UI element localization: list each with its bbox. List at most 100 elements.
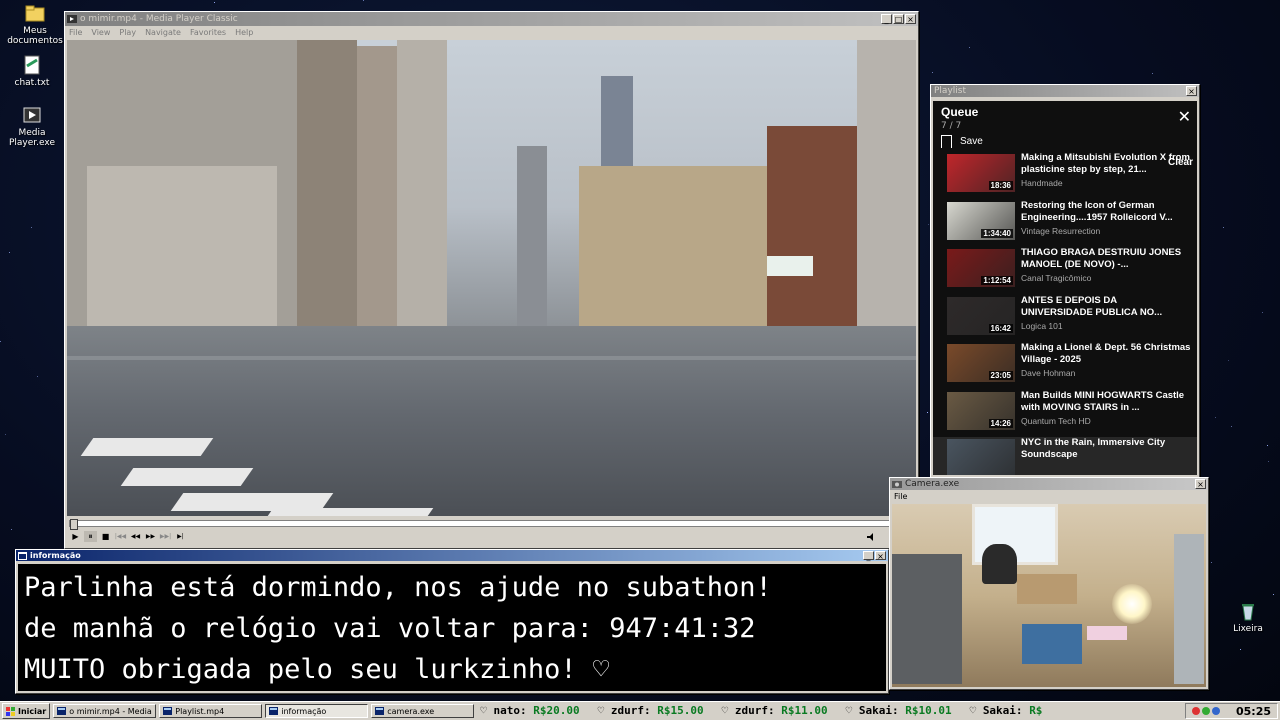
- menu-favorites[interactable]: Favorites: [190, 28, 226, 37]
- star: [1222, 227, 1224, 229]
- taskbar-button[interactable]: Playlist.mp4: [159, 704, 263, 718]
- video-thumbnail[interactable]: 1:34:40: [947, 201, 1015, 240]
- building-tall-left: [297, 40, 357, 336]
- rewind-button[interactable]: ◀◀: [129, 531, 142, 542]
- video-thumbnail[interactable]: 18:36: [947, 154, 1015, 192]
- video-frame[interactable]: [67, 40, 916, 516]
- video-thumbnail[interactable]: 1:12:54: [947, 249, 1015, 287]
- info-titlebar[interactable]: informação _ ×: [16, 550, 888, 561]
- side-table: [1017, 574, 1077, 604]
- minimize-button[interactable]: _: [863, 551, 874, 561]
- task-buttons: o mimir.mp4 - Media Playe... Playlist.mp4…: [50, 704, 475, 718]
- video-thumbnail[interactable]: 14:26: [947, 391, 1015, 430]
- star: [1230, 426, 1232, 428]
- sidewalk-line: [67, 356, 916, 360]
- crosswalk-stripe: [80, 438, 214, 456]
- taskbar-button[interactable]: informação: [265, 704, 369, 718]
- desktop-icon-media-player[interactable]: Media Player.exe: [0, 104, 67, 148]
- video-thumbnail[interactable]: [947, 439, 1015, 475]
- building-center: [579, 166, 769, 336]
- video-thumbnail[interactable]: 16:42: [947, 296, 1015, 335]
- desktop-icon-label: chat.txt: [14, 78, 50, 88]
- taskbar-button[interactable]: camera.exe: [371, 704, 475, 718]
- fast-forward-button[interactable]: ▶▶: [144, 531, 157, 542]
- media-player-titlebar[interactable]: o mimir.mp4 - Media Player Classic _ □ ×: [65, 12, 918, 26]
- queue-header: Queue 7 / 7: [933, 101, 1197, 131]
- star: [1267, 461, 1269, 463]
- maximize-button[interactable]: □: [893, 14, 904, 24]
- queue-item-title: ANTES E DEPOIS DA UNIVERSIDADE PUBLICA N…: [1021, 294, 1163, 318]
- star: [363, 0, 365, 2]
- star: [8, 251, 10, 253]
- stop-button[interactable]: ■: [99, 531, 112, 542]
- ticker-amount: R$: [1029, 704, 1043, 717]
- window-title: Camera.exe: [905, 479, 960, 489]
- queue-item[interactable]: 18:36 Making a Mitsubishi Evolution X fro…: [933, 152, 1197, 200]
- camera-titlebar[interactable]: Camera.exe ×: [890, 478, 1208, 490]
- building-distant: [517, 146, 547, 336]
- skip-forward-button[interactable]: ▶▶|: [159, 531, 172, 542]
- tray-icon[interactable]: [1201, 707, 1210, 715]
- duration-badge: 1:34:40: [981, 228, 1013, 238]
- queue-item-channel: Quantum Tech HD: [1021, 415, 1091, 426]
- seek-thumb[interactable]: [70, 519, 78, 530]
- video-thumbnail[interactable]: 23:05: [947, 344, 1015, 382]
- close-button[interactable]: ×: [1195, 479, 1206, 489]
- ticker-name: Sakai:: [858, 704, 899, 717]
- play-button[interactable]: ▶: [69, 531, 82, 542]
- menu-play[interactable]: Play: [119, 28, 136, 37]
- pause-button[interactable]: ⏸: [84, 531, 97, 542]
- skip-back-button[interactable]: |◀◀: [114, 531, 127, 542]
- queue-close-icon[interactable]: ✕: [1178, 107, 1191, 126]
- minimize-button[interactable]: _: [881, 14, 892, 24]
- close-button[interactable]: ×: [875, 551, 886, 561]
- info-line: de manhã o relógio vai voltar para: 947:…: [24, 613, 756, 644]
- save-button[interactable]: Save: [933, 131, 1197, 152]
- queue-item[interactable]: 23:05 Making a Lionel & Dept. 56 Christma…: [933, 342, 1197, 390]
- ticker-amount: R$15.00: [657, 704, 704, 717]
- playlist-titlebar[interactable]: Playlist ×: [931, 85, 1199, 97]
- star: [30, 226, 32, 228]
- queue-item[interactable]: 1:12:54 THIAGO BRAGA DESTRUIU JONES MANOE…: [933, 247, 1197, 295]
- system-tray: 05:25: [1184, 703, 1278, 719]
- crosswalk-stripe: [120, 468, 254, 486]
- start-button[interactable]: Iniciar: [2, 703, 51, 719]
- seek-bar[interactable]: [69, 519, 911, 530]
- info-message: Parlinha está dormindo, nos ajude no sub…: [18, 564, 886, 691]
- queue-item-title: Man Builds MINI HOGWARTS Castle with MOV…: [1021, 389, 1185, 413]
- ticker-name: zdurf:: [610, 704, 651, 717]
- taskbar-button-label: informação: [281, 706, 327, 716]
- tray-icon[interactable]: [1211, 707, 1220, 715]
- menu-view[interactable]: View: [91, 28, 110, 37]
- close-button[interactable]: ×: [905, 14, 916, 24]
- queue-item-info: Making a Lionel & Dept. 56 Christmas Vil…: [1021, 342, 1191, 378]
- media-player-icon: [21, 104, 43, 126]
- menu-file[interactable]: File: [894, 492, 907, 501]
- street-ground: [67, 326, 916, 516]
- ticker-entry: ♡ zdurf: R$11.00: [722, 704, 828, 717]
- menu-file[interactable]: File: [69, 28, 82, 37]
- ticker-entry: ♡ nato: R$20.00: [480, 704, 579, 717]
- duration-badge: 16:42: [988, 323, 1013, 333]
- frame-step-button[interactable]: ▶|: [174, 531, 187, 542]
- app-icon: [57, 707, 67, 715]
- tray-icon[interactable]: [1191, 707, 1200, 715]
- queue-item[interactable]: 16:42 ANTES E DEPOIS DA UNIVERSIDADE PUBL…: [933, 295, 1197, 343]
- star: [1239, 648, 1241, 650]
- queue-item[interactable]: 1:34:40 Restoring the Icon of German Engi…: [933, 200, 1197, 248]
- queue-item[interactable]: 14:26 Man Builds MINI HOGWARTS Castle wit…: [933, 390, 1197, 438]
- duration-badge: 14:26: [988, 418, 1013, 428]
- menu-navigate[interactable]: Navigate: [145, 28, 181, 37]
- clock[interactable]: 05:25: [1236, 705, 1271, 718]
- taskbar-button[interactable]: o mimir.mp4 - Media Playe...: [53, 704, 157, 718]
- desktop-icon-recycle-bin[interactable]: Lixeira: [1213, 600, 1280, 634]
- desktop-icon-chat[interactable]: chat.txt: [0, 54, 67, 88]
- volume-icon[interactable]: [866, 532, 876, 542]
- close-button[interactable]: ×: [1186, 86, 1197, 96]
- desktop-icon-documents[interactable]: Meus documentos: [0, 2, 70, 46]
- menu-help[interactable]: Help: [235, 28, 253, 37]
- queue-item[interactable]: NYC in the Rain, Immersive City Soundsca…: [933, 437, 1197, 475]
- app-icon: [18, 551, 27, 560]
- duration-badge: 1:12:54: [981, 276, 1013, 285]
- save-label: Save: [960, 136, 983, 147]
